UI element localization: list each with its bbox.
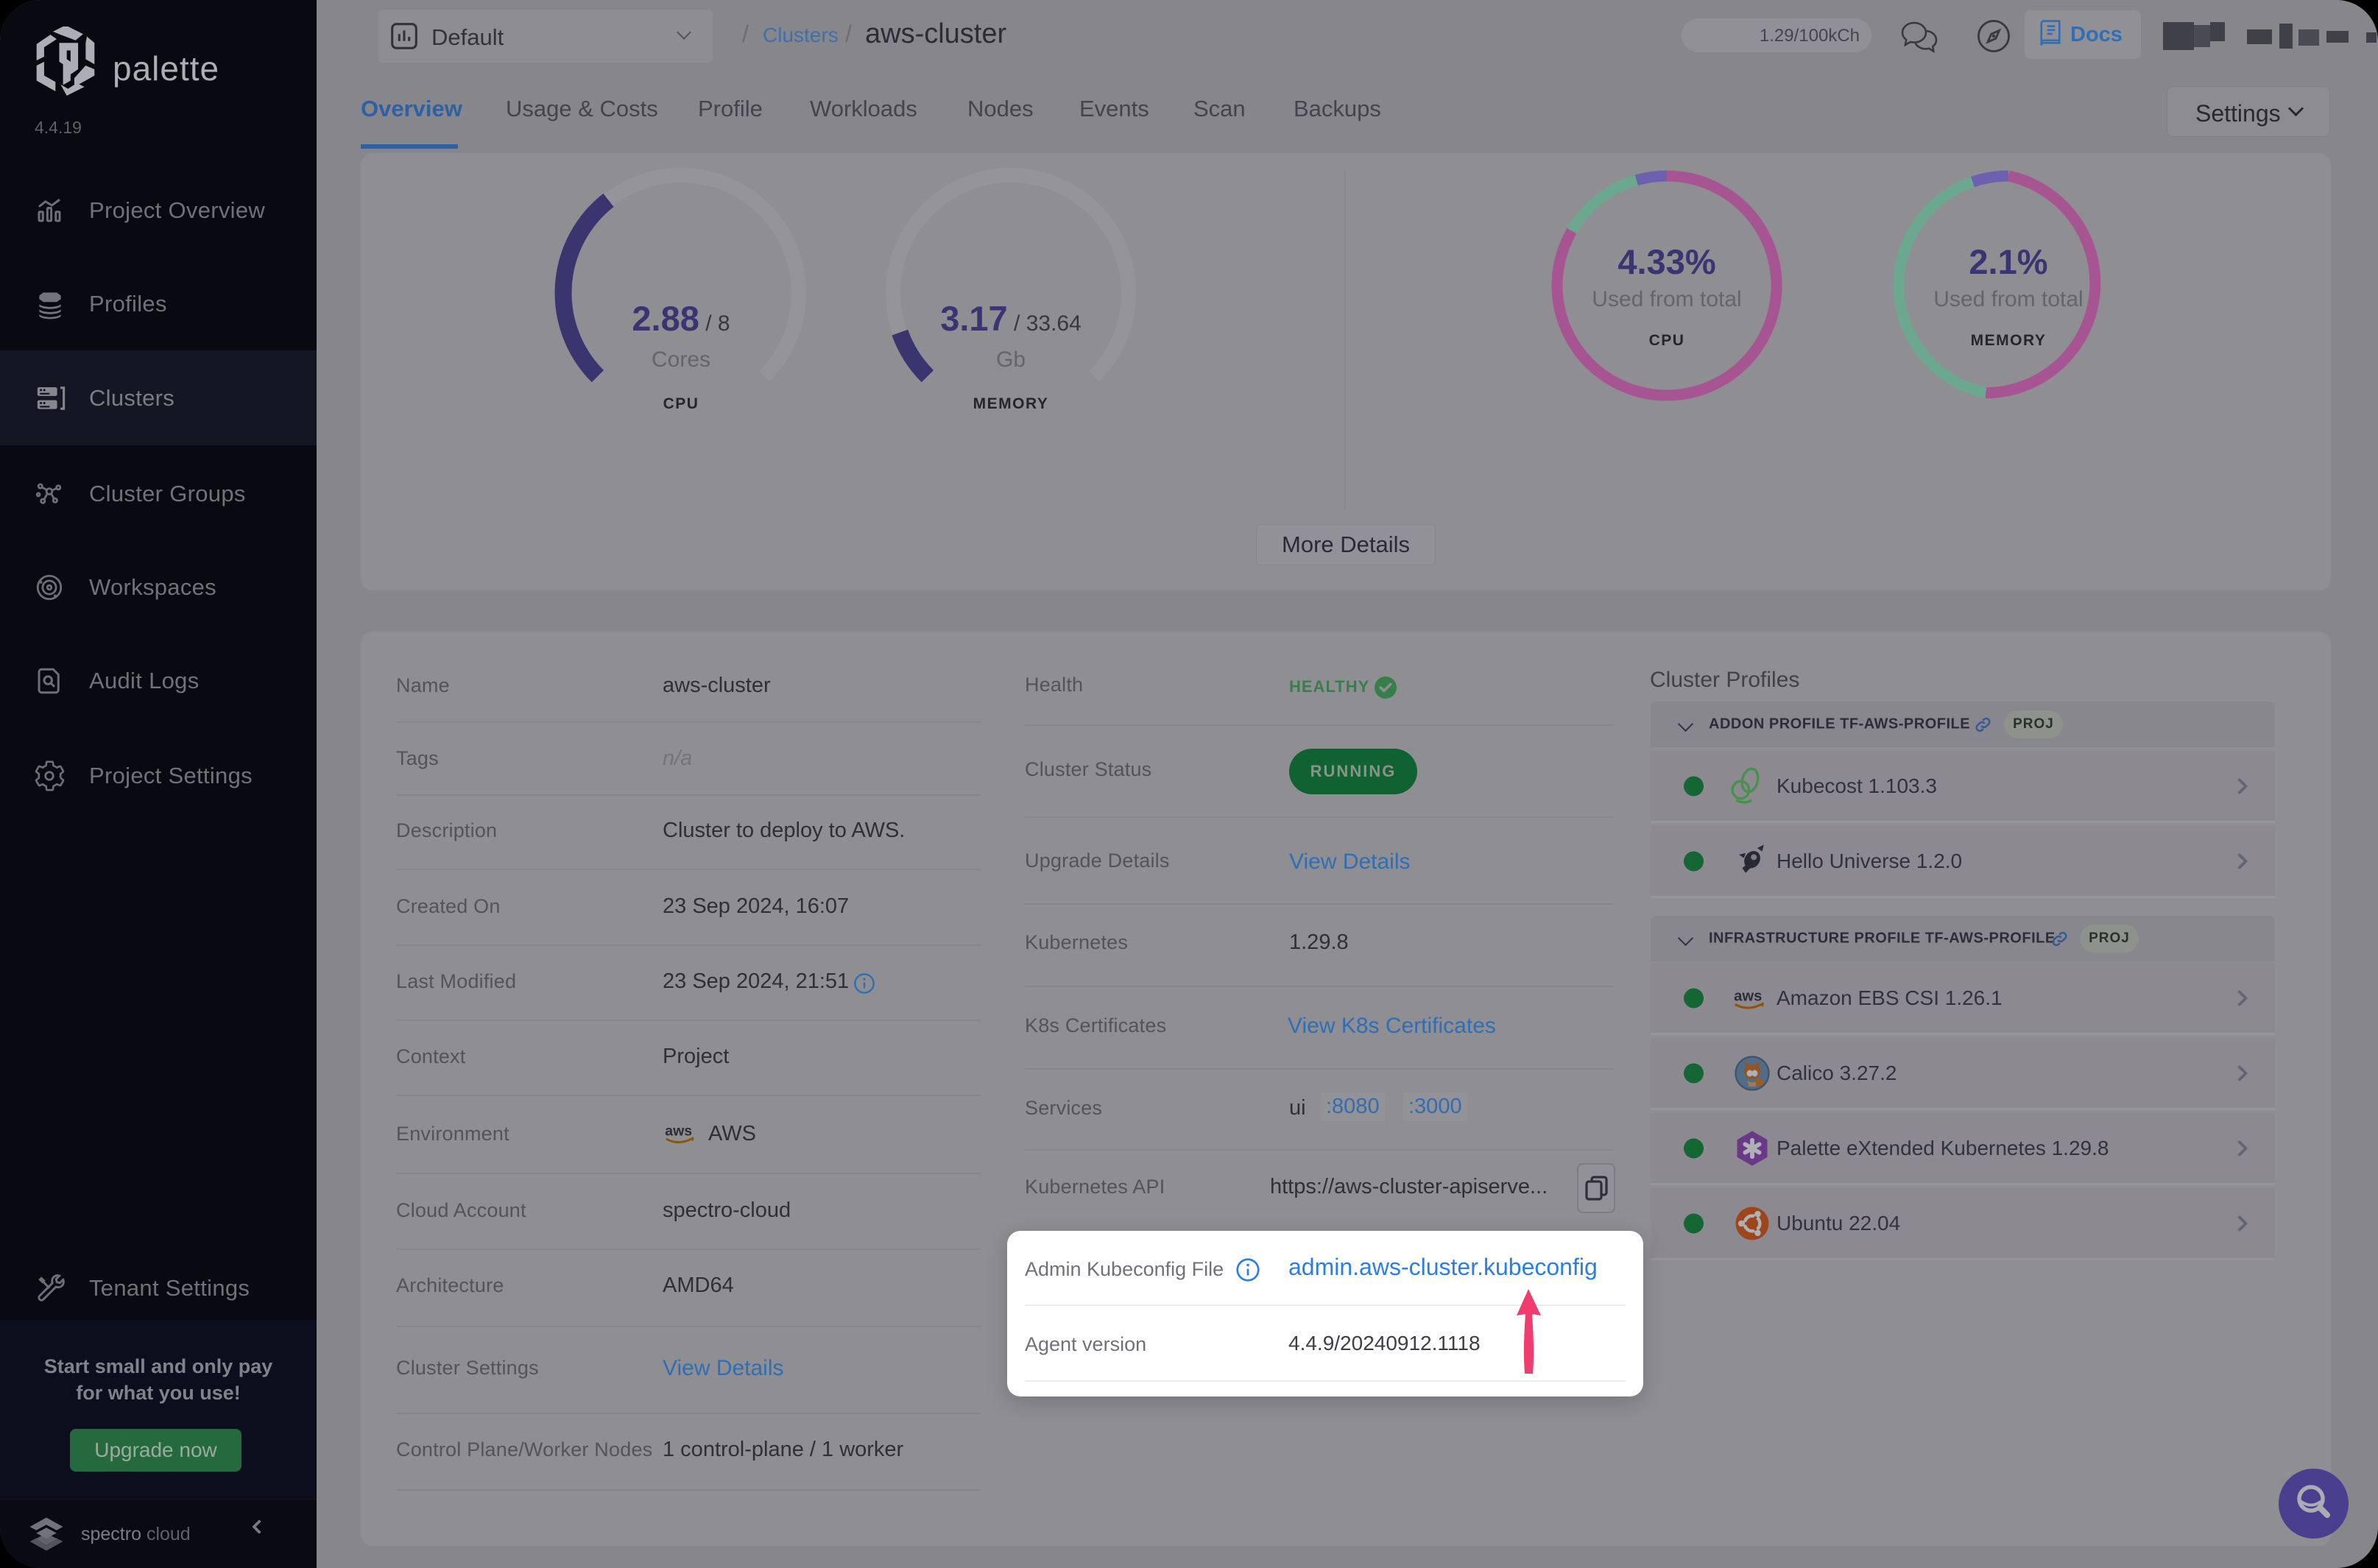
- svg-text:aws: aws: [1734, 988, 1762, 1004]
